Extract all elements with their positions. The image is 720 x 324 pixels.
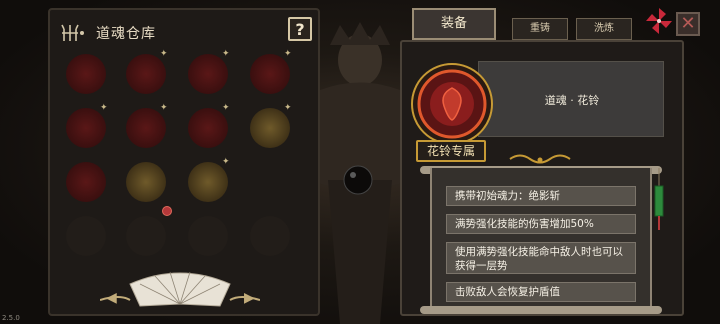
empty-slot[interactable] xyxy=(126,216,166,256)
soul-slot[interactable] xyxy=(188,54,228,94)
soul-slot[interactable] xyxy=(188,108,228,148)
star-icon: ✦ xyxy=(222,49,230,59)
warning-dot-icon xyxy=(162,206,172,216)
empty-slot[interactable] xyxy=(66,216,106,256)
folding-fan-icon[interactable] xyxy=(100,270,260,310)
warehouse-header: 道魂仓库 xyxy=(60,18,310,48)
effect-line: 击败敌人会恢复护盾值 xyxy=(446,282,636,302)
star-icon: ✦ xyxy=(160,103,168,113)
effect-line: 使用满势强化技能命中敌人时也可以获得一层势 xyxy=(446,242,636,274)
scroll-rod-bottom xyxy=(420,306,662,314)
soul-slot[interactable] xyxy=(126,162,166,202)
tab-wash[interactable]: 洗炼 xyxy=(576,18,632,40)
soul-slot[interactable] xyxy=(66,108,106,148)
soul-slot[interactable] xyxy=(126,54,166,94)
soul-slot[interactable] xyxy=(66,162,106,202)
exclusive-label: 花铃专属 xyxy=(416,140,486,162)
star-icon: ✦ xyxy=(160,49,168,59)
soul-slot[interactable] xyxy=(250,108,290,148)
soul-slot[interactable] xyxy=(66,54,106,94)
tab-recast[interactable]: 重铸 xyxy=(512,18,568,40)
soul-slot[interactable] xyxy=(126,108,166,148)
close-icon: ✕ xyxy=(680,13,696,34)
pinwheel-icon xyxy=(646,8,672,34)
close-button[interactable]: ✕ xyxy=(676,12,700,36)
star-icon: ✦ xyxy=(222,157,230,167)
warehouse-title: 道魂仓库 xyxy=(96,26,156,42)
soul-slot[interactable] xyxy=(188,162,228,202)
help-button[interactable]: ? xyxy=(288,17,312,41)
ornament-icon xyxy=(509,154,571,164)
empty-slot[interactable] xyxy=(188,216,228,256)
item-name: 道魂 · 花铃 xyxy=(544,94,600,107)
tassel-icon xyxy=(654,168,664,230)
menu-trident-icon xyxy=(61,24,84,41)
star-icon: ✦ xyxy=(100,103,108,113)
tab-equip[interactable]: 装备 xyxy=(412,8,496,40)
effect-line: 携带初始魂力：绝影斩 xyxy=(446,186,636,206)
star-icon: ✦ xyxy=(284,49,292,59)
soul-medallion-icon xyxy=(411,63,493,145)
item-name-box: 道魂 · 花铃 xyxy=(478,61,664,137)
star-icon: ✦ xyxy=(222,103,230,113)
effect-line: 满势强化技能的伤害增加50% xyxy=(446,214,636,234)
empty-slot[interactable] xyxy=(250,216,290,256)
soul-slot[interactable] xyxy=(250,54,290,94)
star-icon: ✦ xyxy=(284,103,292,113)
arrow-right-icon[interactable]: ▶ xyxy=(244,290,255,306)
version-label: 2.5.0 xyxy=(2,314,20,322)
arrow-left-icon[interactable]: ◀ xyxy=(106,290,117,306)
